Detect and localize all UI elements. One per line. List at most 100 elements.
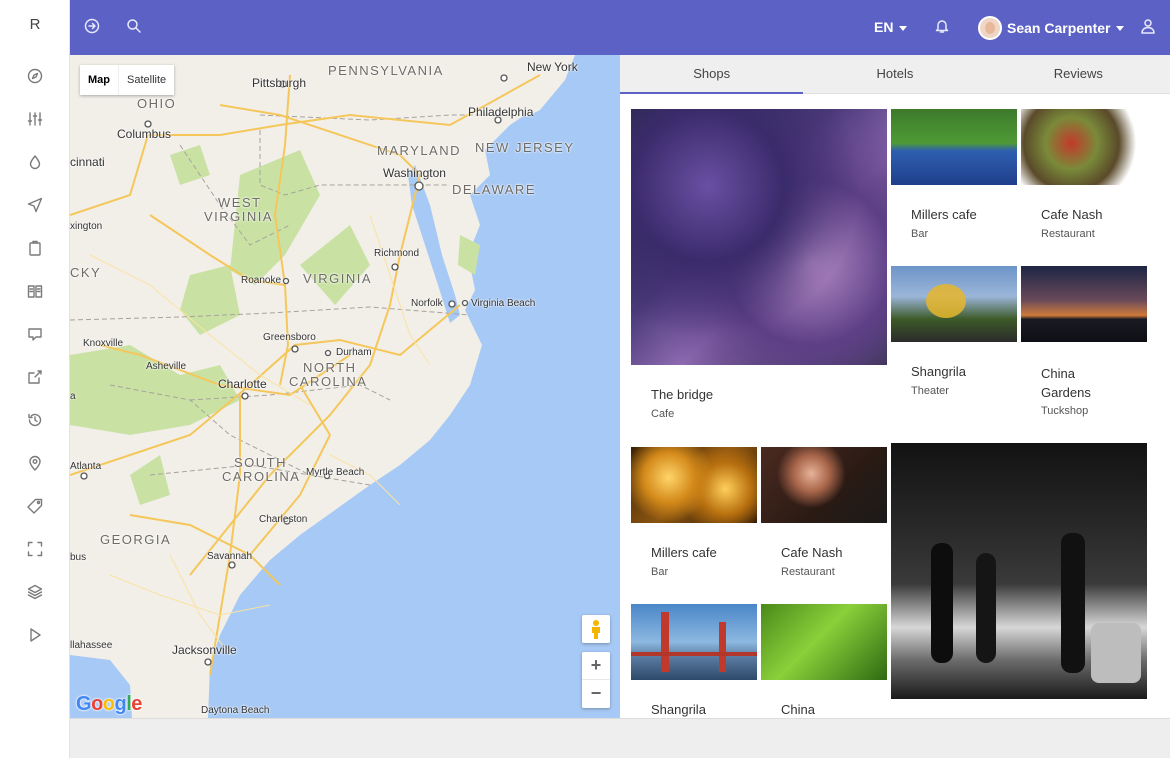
map-label-philadelphia: Philadelphia	[468, 105, 534, 119]
place-card[interactable]	[891, 443, 1147, 699]
bell-icon[interactable]	[934, 18, 952, 36]
place-card[interactable]: Millers cafe Bar	[891, 109, 1017, 259]
message-icon[interactable]	[25, 324, 45, 344]
place-title: Shangrila	[911, 364, 966, 379]
clipboard-icon[interactable]	[25, 238, 45, 258]
place-photo	[1021, 266, 1147, 342]
user-name: Sean Carpenter	[1007, 20, 1111, 36]
place-title: Millers cafe	[911, 207, 977, 222]
place-category: Theater	[911, 385, 949, 397]
street-view-pegman-icon[interactable]	[582, 615, 610, 643]
place-card[interactable]: Cafe Nash Restaurant	[761, 447, 887, 597]
location-pin-icon[interactable]	[25, 453, 45, 473]
map-label-savannah: Savannah	[207, 551, 253, 562]
map-label-asheville: Asheville	[146, 361, 187, 372]
map-label-north-carolina-2: CAROLINA	[289, 374, 368, 389]
map-label-columbus-ga: bus	[70, 552, 87, 563]
app-logo[interactable]: R	[0, 16, 70, 33]
layers-icon[interactable]	[25, 582, 45, 602]
place-category: Restaurant	[781, 566, 835, 578]
map-label-durham: Durham	[336, 347, 372, 358]
place-category: Tuckshop	[1041, 405, 1089, 417]
chevron-down-icon	[1116, 25, 1125, 31]
tab-shops[interactable]: Shops	[620, 55, 804, 94]
map-view[interactable]: PENNSYLVANIA New York OHIO Pittsburgh Co…	[70, 55, 620, 718]
map-label-delaware: DELAWARE	[452, 182, 536, 197]
map-label-myrtle-beach: Myrtle Beach	[306, 467, 365, 478]
forward-circle-icon[interactable]	[84, 18, 102, 36]
place-card[interactable]: Cafe Nash Restaurant	[1021, 109, 1147, 259]
map-label-norfolk: Norfolk	[411, 298, 443, 309]
send-icon[interactable]	[25, 195, 45, 215]
map-label-ohio: OHIO	[137, 96, 177, 111]
drop-icon[interactable]	[25, 152, 45, 172]
compass-icon[interactable]	[25, 66, 45, 86]
map-label-charleston: Charleston	[259, 514, 308, 525]
tab-hotels[interactable]: Hotels	[803, 55, 986, 93]
map-label-jacksonville: Jacksonville	[172, 643, 237, 657]
place-photo	[891, 443, 1147, 699]
place-photo	[631, 109, 887, 365]
map-label-new-york: New York	[527, 60, 578, 74]
place-category: Restaurant	[1041, 228, 1095, 240]
map-label-roanoke: Roanoke	[241, 275, 282, 286]
fullscreen-icon[interactable]	[25, 539, 45, 559]
map-label-atlanta: Atlanta	[70, 461, 102, 472]
place-title: China	[781, 702, 815, 717]
map-label-maryland: MARYLAND	[377, 143, 462, 158]
map-label-new-jersey: NEW JERSEY	[475, 140, 575, 155]
place-card[interactable]: China Gardens Tuckshop	[1021, 266, 1147, 426]
chevron-down-icon	[899, 25, 908, 31]
place-title: Shangrila	[651, 702, 706, 717]
map-label-richmond: Richmond	[374, 248, 420, 259]
map-label-ga-edge: a	[70, 391, 76, 402]
map-label-south-carolina-2: CAROLINA	[222, 469, 301, 484]
tag-icon[interactable]	[25, 496, 45, 516]
play-icon[interactable]	[25, 625, 45, 645]
tab-bar: Shops Hotels Reviews	[620, 55, 1170, 94]
tab-reviews[interactable]: Reviews	[987, 55, 1170, 93]
zoom-out-button[interactable]: −	[582, 680, 610, 708]
place-category: Cafe	[651, 408, 675, 420]
map-label-columbus: Columbus	[117, 127, 172, 141]
map-label-georgia: GEORGIA	[100, 532, 172, 547]
place-card[interactable]: Millers cafe Bar	[631, 447, 757, 597]
place-title: Millers cafe	[651, 545, 717, 560]
place-card[interactable]: Shangrila Theater	[891, 266, 1017, 416]
map-label-kentucky: CKY	[70, 265, 102, 280]
map-label-south-carolina-1: SOUTH	[234, 455, 287, 470]
map-type-satellite-button[interactable]: Satellite	[119, 65, 174, 95]
map-label-charlotte: Charlotte	[218, 377, 267, 391]
avatar	[978, 16, 1002, 40]
map-label-knoxville: Knoxville	[83, 338, 124, 349]
sliders-icon[interactable]	[25, 109, 45, 129]
place-photo	[631, 604, 757, 680]
footer-bar	[70, 718, 1170, 758]
user-icon[interactable]	[1140, 18, 1158, 36]
place-card[interactable]: The bridge Cafe	[631, 109, 887, 429]
map-label-west-virginia-2: VIRGINIA	[204, 209, 274, 224]
map-label-greensboro: Greensboro	[263, 332, 316, 343]
map-type-map-button[interactable]: Map	[80, 65, 119, 95]
map-label-daytona: Daytona Beach	[201, 705, 270, 716]
map-label-pennsylvania: PENNSYLVANIA	[328, 63, 444, 78]
left-nav-rail: R	[0, 0, 70, 758]
language-selector[interactable]: EN	[874, 19, 908, 35]
map-label-virginia-beach: Virginia Beach	[471, 298, 536, 309]
place-title: Cafe Nash	[1041, 207, 1103, 222]
map-label-west-virginia-1: WEST	[218, 195, 262, 210]
map-type-control: Map Satellite	[80, 65, 175, 95]
place-category: Bar	[651, 566, 669, 578]
top-bar: EN Sean Carpenter	[70, 0, 1170, 55]
zoom-in-button[interactable]: +	[582, 652, 610, 680]
share-icon[interactable]	[25, 367, 45, 387]
place-title: China Gardens	[1041, 366, 1091, 400]
place-title: Cafe Nash	[781, 545, 843, 560]
history-icon[interactable]	[25, 410, 45, 430]
user-menu[interactable]: Sean Carpenter	[978, 15, 1125, 41]
place-card[interactable]: China	[761, 604, 887, 718]
book-icon[interactable]	[25, 281, 45, 301]
map-label-virginia: VIRGINIA	[303, 271, 373, 286]
place-card[interactable]: Shangrila	[631, 604, 757, 718]
search-icon[interactable]	[126, 18, 144, 36]
